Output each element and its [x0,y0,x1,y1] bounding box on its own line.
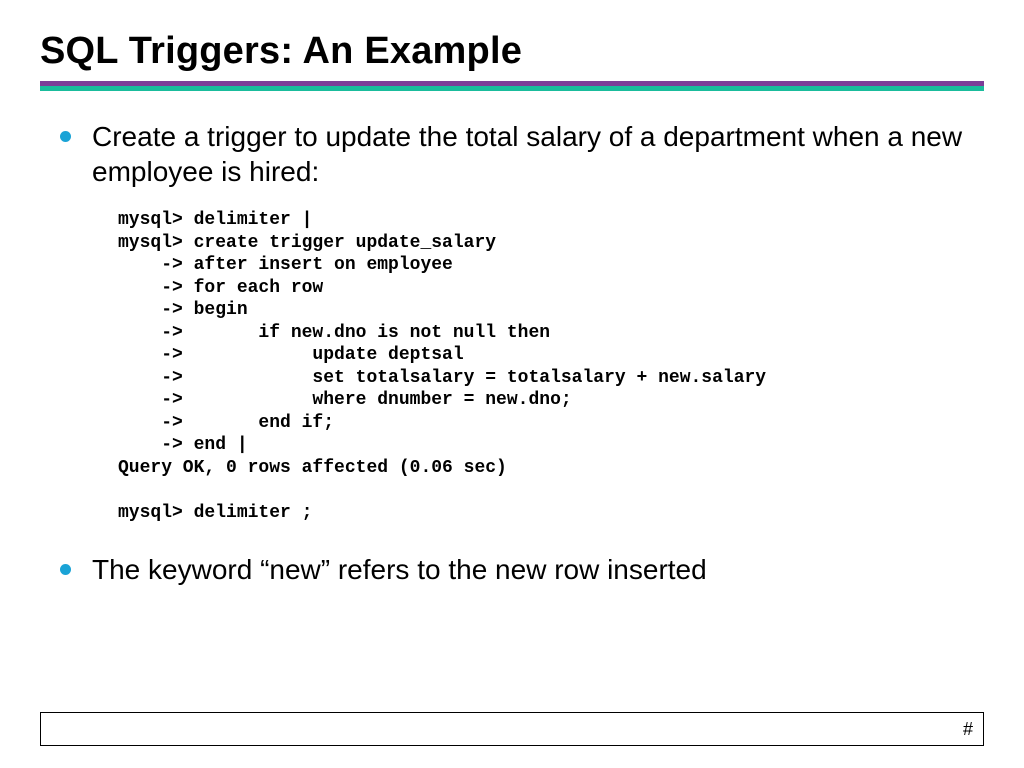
slide: SQL Triggers: An Example Create a trigge… [0,0,1024,768]
slide-title: SQL Triggers: An Example [40,30,984,73]
code-content: mysql> delimiter | mysql> create trigger… [118,209,976,524]
divider [40,81,984,91]
bullet-item: The keyword “new” refers to the new row … [58,552,976,587]
divider-bar-teal [40,86,984,91]
bullet-list-2: The keyword “new” refers to the new row … [58,552,976,587]
footer: # [40,712,984,746]
bullet-text: The keyword “new” refers to the new row … [92,554,707,585]
code-block: mysql> delimiter | mysql> create trigger… [118,209,976,524]
page-number: # [963,719,973,740]
slide-body: Create a trigger to update the total sal… [40,119,984,587]
bullet-text: Create a trigger to update the total sal… [92,121,962,187]
bullet-list: Create a trigger to update the total sal… [58,119,976,189]
bullet-item: Create a trigger to update the total sal… [58,119,976,189]
